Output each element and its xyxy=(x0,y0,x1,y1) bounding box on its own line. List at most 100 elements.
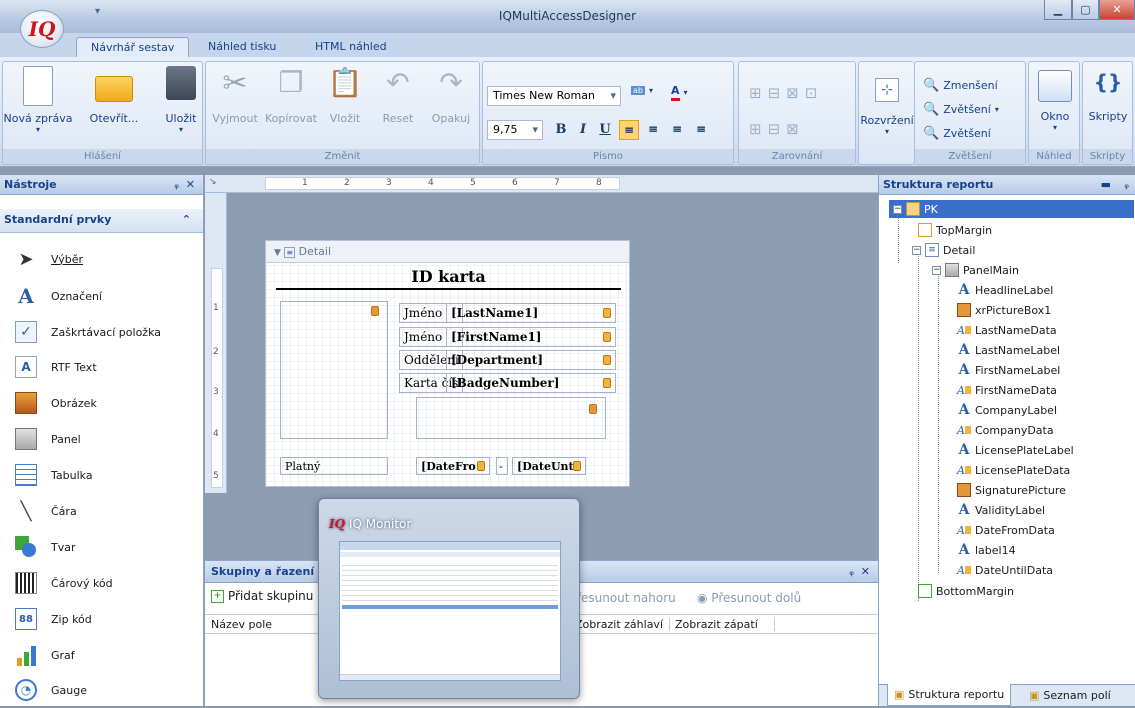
maximize-button[interactable]: ▢ xyxy=(1072,0,1099,20)
tab-report-structure[interactable]: ▣ Struktura reportu xyxy=(887,684,1012,706)
save-button[interactable]: Uložit ▾ xyxy=(161,66,201,134)
iq-monitor-thumbnail[interactable]: IQ IQ Monitor xyxy=(318,498,580,699)
picture-box[interactable] xyxy=(280,301,388,439)
tree-node-control[interactable]: A CompanyLabel xyxy=(957,401,1057,419)
cut-button[interactable]: ✂ Vyjmout xyxy=(212,66,258,125)
collapse-band-icon[interactable]: ▼ xyxy=(274,248,281,258)
bold-button[interactable]: B xyxy=(551,120,571,140)
tool-table[interactable]: Tabulka xyxy=(0,457,202,493)
italic-button[interactable]: I xyxy=(573,120,593,140)
pin-icon[interactable]: ᵩ xyxy=(849,561,854,582)
zoom-in-dropdown-button[interactable]: 🔍 Zvětšení ▾ xyxy=(923,102,999,117)
align-left-icon[interactable]: ≡ xyxy=(619,120,639,140)
zoom-out-button[interactable]: 🔍 Zmenšení xyxy=(923,78,998,93)
tree-node-control[interactable]: A FirstNameLabel xyxy=(957,361,1061,379)
headline-label[interactable]: ID karta xyxy=(276,267,621,290)
tree-node-control[interactable]: A ValidityLabel xyxy=(957,501,1046,519)
close-panel-icon[interactable]: ✕ xyxy=(861,561,870,582)
tree-node-control[interactable]: A LastNameData xyxy=(957,321,1057,339)
window-button[interactable]: Okno ▾ xyxy=(1031,70,1079,132)
tree-node-control[interactable]: A LicensePlateData xyxy=(957,461,1070,479)
font-size-select[interactable]: 9,75 ▾ xyxy=(487,120,543,140)
paste-button[interactable]: 📋 Vložit xyxy=(323,66,367,125)
minimize-button[interactable]: ▁ xyxy=(1044,0,1072,20)
col-field-name[interactable]: Název pole xyxy=(211,618,272,631)
align-tools-row2[interactable]: ⊞⊟⊠ xyxy=(749,120,805,138)
layout-button[interactable]: ⊹ Rozvržení ▾ xyxy=(860,78,914,136)
tree-node-control[interactable]: A CompanyData xyxy=(957,421,1054,439)
align-center-icon[interactable]: ≡ xyxy=(643,120,663,140)
last-name-data[interactable]: [LastName1] xyxy=(446,303,616,323)
tree-node-control[interactable]: Alabel14 xyxy=(957,541,1016,559)
tool-shape[interactable]: Tvar xyxy=(0,529,202,565)
tool-panel[interactable]: Panel xyxy=(0,421,202,457)
tool-rtf[interactable]: A RTF Text xyxy=(0,349,202,385)
report-page[interactable]: ▼ ≡ Detail ID karta Jméno [LastName1] Jm… xyxy=(265,240,630,487)
ruler-corner-icon[interactable]: ↘ xyxy=(209,177,217,187)
tree-node-control[interactable]: A LastNameLabel xyxy=(957,341,1060,359)
tool-select[interactable]: ➤ Výběr xyxy=(0,241,202,277)
company-data[interactable]: [Department] xyxy=(446,350,616,370)
collapse-icon[interactable]: − xyxy=(893,204,902,214)
detail-band-header[interactable]: ▼ ≡ Detail xyxy=(266,241,629,263)
pin-icon[interactable]: ᵩ xyxy=(1124,175,1129,194)
tree-node-control[interactable]: A LicensePlateLabel xyxy=(957,441,1074,459)
tool-line[interactable]: ╲ Čára xyxy=(0,493,202,529)
copy-button[interactable]: ❐ Kopírovat xyxy=(264,66,318,125)
validity-label[interactable]: Platný xyxy=(280,457,388,475)
tree-node-panelmain[interactable]: − PanelMain xyxy=(932,261,1019,279)
tab-report-designer[interactable]: Návrhář sestav xyxy=(76,37,189,57)
collapse-icon[interactable]: − xyxy=(912,245,921,255)
move-down-button[interactable]: ◉ Přesunout dolů xyxy=(697,591,801,605)
open-button[interactable]: Otevřít... xyxy=(79,66,149,125)
tool-zipcode[interactable]: 88 Zip kód xyxy=(0,601,202,637)
add-group-button[interactable]: + Přidat skupinu xyxy=(211,589,313,603)
tree-node-bottommargin[interactable]: BottomMargin xyxy=(918,582,1014,600)
align-justify-icon[interactable]: ≡ xyxy=(691,120,711,140)
tool-image[interactable]: Obrázek xyxy=(0,385,202,421)
tree-node-control[interactable]: xrPictureBox1 xyxy=(957,301,1051,319)
tree-node-control[interactable]: A FirstNameData xyxy=(957,381,1057,399)
highlight-color-button[interactable]: ab ▾ xyxy=(631,86,653,95)
tab-field-list[interactable]: ▣ Seznam polí xyxy=(1025,685,1135,706)
new-report-button[interactable]: Nová zpráva ▾ xyxy=(3,66,73,134)
tree-node-control[interactable]: SignaturePicture xyxy=(957,481,1066,499)
underline-button[interactable]: U xyxy=(595,120,615,140)
dock-icon[interactable]: ▬ xyxy=(1101,175,1111,194)
tool-label[interactable]: A Označení xyxy=(0,278,202,314)
tree-node-control[interactable]: A DateUntilData xyxy=(957,561,1053,579)
app-logo-button[interactable]: IQ xyxy=(20,10,64,48)
tab-html-preview[interactable]: HTML náhled xyxy=(307,37,395,57)
first-name-data[interactable]: [FirstName1] xyxy=(446,327,616,347)
tree-node-detail[interactable]: − ≡ Detail xyxy=(912,241,975,259)
dash-label[interactable]: - xyxy=(496,457,508,475)
close-button[interactable]: ✕ xyxy=(1099,0,1135,20)
font-name-select[interactable]: Times New Roman ▾ xyxy=(487,86,621,106)
standard-items-section[interactable]: Standardní prvky ⌃ xyxy=(0,209,203,233)
tool-chart[interactable]: Graf xyxy=(0,637,202,673)
quick-access-dropdown-icon[interactable]: ▾ xyxy=(95,6,100,17)
tree-node-control[interactable]: A DateFromData xyxy=(957,521,1055,539)
collapse-icon[interactable]: ⌃ xyxy=(182,209,191,231)
font-color-button[interactable]: A ▾ xyxy=(671,84,688,101)
date-from-data[interactable]: [DateFro xyxy=(416,457,490,475)
pin-icon[interactable]: ᵩ xyxy=(174,175,179,194)
align-tools-row1[interactable]: ⊞⊟⊠⊡ xyxy=(749,84,823,102)
redo-button[interactable]: ↷ Opakuj xyxy=(428,66,474,125)
zoom-button[interactable]: 🔍 Zvětšení xyxy=(923,126,991,141)
tool-barcode[interactable]: Čárový kód xyxy=(0,565,202,601)
tree-node-topmargin[interactable]: TopMargin xyxy=(918,221,992,239)
col-show-header[interactable]: Zobrazit záhlaví xyxy=(575,618,670,631)
scripts-button[interactable]: {} Skripty xyxy=(1085,70,1131,123)
license-plate-data[interactable]: [BadgeNumber] xyxy=(446,373,616,393)
tool-gauge[interactable]: ◔ Gauge xyxy=(0,672,202,708)
collapse-icon[interactable]: − xyxy=(932,265,941,275)
tree-node-control[interactable]: A HeadlineLabel xyxy=(957,281,1054,299)
tab-print-preview[interactable]: Náhled tisku xyxy=(200,37,284,57)
signature-picture[interactable] xyxy=(416,397,606,439)
tool-checkbox[interactable]: ✓ Zaškrtávací položka xyxy=(0,314,202,350)
col-show-footer[interactable]: Zobrazit zápatí xyxy=(675,618,775,631)
align-right-icon[interactable]: ≡ xyxy=(667,120,687,140)
close-panel-icon[interactable]: ✕ xyxy=(186,175,195,194)
date-until-data[interactable]: [DateUnti xyxy=(512,457,586,475)
